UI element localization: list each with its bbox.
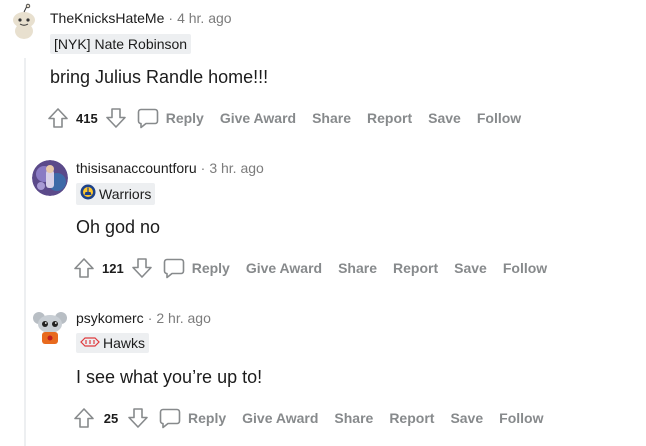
- warriors-logo-icon: [80, 184, 96, 204]
- user-flair: Warriors: [76, 183, 156, 205]
- downvote-arrow-icon[interactable]: [104, 106, 128, 130]
- separator-dot: ·: [200, 160, 206, 176]
- comment-bubble-icon: [137, 108, 159, 129]
- author-name[interactable]: TheKnicksHateMe: [50, 10, 164, 26]
- save-button[interactable]: Save: [428, 110, 461, 126]
- downvote-arrow-icon[interactable]: [130, 256, 154, 280]
- user-flair: Hawks: [76, 333, 150, 353]
- upvote-arrow-icon[interactable]: [72, 256, 96, 280]
- give-award-button[interactable]: Give Award: [246, 260, 322, 276]
- report-button[interactable]: Report: [393, 260, 438, 276]
- downvote-arrow-icon[interactable]: [126, 406, 150, 430]
- user-flair: [NYK] Nate Robinson: [50, 34, 192, 54]
- comment-actions: 25 Reply Give Award Share Report Save Fo…: [72, 404, 559, 432]
- comment-bubble-icon: [163, 258, 185, 279]
- separator-dot: ·: [147, 310, 153, 326]
- user-avatar-icon[interactable]: [32, 160, 68, 196]
- reply-label: Reply: [188, 410, 227, 426]
- report-button[interactable]: Report: [367, 110, 412, 126]
- comment-actions: 121 Reply Give Award Share Report Save F…: [72, 254, 563, 282]
- snoo-avatar-icon[interactable]: [6, 3, 42, 39]
- flair-text: [NYK] Nate Robinson: [54, 36, 188, 52]
- comment-body: I see what you’re up to!: [76, 367, 263, 387]
- report-button[interactable]: Report: [389, 410, 434, 426]
- follow-button[interactable]: Follow: [477, 110, 521, 126]
- reply-label: Reply: [165, 110, 204, 126]
- comment-bubble-icon: [159, 408, 181, 429]
- comment-body: Oh god no: [76, 217, 161, 237]
- give-award-button[interactable]: Give Award: [220, 110, 296, 126]
- separator-dot: ·: [168, 10, 174, 26]
- share-button[interactable]: Share: [334, 410, 373, 426]
- timestamp[interactable]: 4 hr. ago: [177, 10, 232, 26]
- save-button[interactable]: Save: [454, 260, 487, 276]
- give-award-button[interactable]: Give Award: [242, 410, 318, 426]
- vote-score: 121: [102, 260, 124, 276]
- comment-body: bring Julius Randle home!!!: [50, 67, 269, 87]
- follow-button[interactable]: Follow: [503, 260, 547, 276]
- timestamp[interactable]: 2 hr. ago: [156, 310, 211, 326]
- author-name[interactable]: psykomerc: [76, 310, 144, 326]
- flair-text: Hawks: [103, 335, 146, 351]
- vote-score: 415: [76, 110, 98, 126]
- reply-button[interactable]: Reply: [158, 406, 242, 430]
- upvote-arrow-icon[interactable]: [46, 106, 70, 130]
- vote-score: 25: [103, 410, 119, 426]
- snoo-avatar-icon[interactable]: [30, 306, 70, 346]
- comment-meta: TheKnicksHateMe · 4 hr. ago: [50, 9, 232, 27]
- flair-text: Warriors: [99, 186, 152, 202]
- comment-meta: psykomerc · 2 hr. ago: [76, 309, 211, 327]
- comment-actions: 415 Reply Give Award Share Report Save F…: [46, 104, 537, 132]
- timestamp[interactable]: 3 hr. ago: [209, 160, 264, 176]
- comment-meta: thisisanaccountforu · 3 hr. ago: [76, 159, 264, 177]
- thread-line[interactable]: [24, 58, 26, 446]
- reply-button[interactable]: Reply: [162, 256, 246, 280]
- share-button[interactable]: Share: [338, 260, 377, 276]
- follow-button[interactable]: Follow: [499, 410, 543, 426]
- reply-label: Reply: [191, 260, 230, 276]
- reply-button[interactable]: Reply: [136, 106, 220, 130]
- upvote-arrow-icon[interactable]: [72, 406, 96, 430]
- save-button[interactable]: Save: [450, 410, 483, 426]
- share-button[interactable]: Share: [312, 110, 351, 126]
- author-name[interactable]: thisisanaccountforu: [76, 160, 197, 176]
- hawks-logo-icon: [80, 334, 100, 352]
